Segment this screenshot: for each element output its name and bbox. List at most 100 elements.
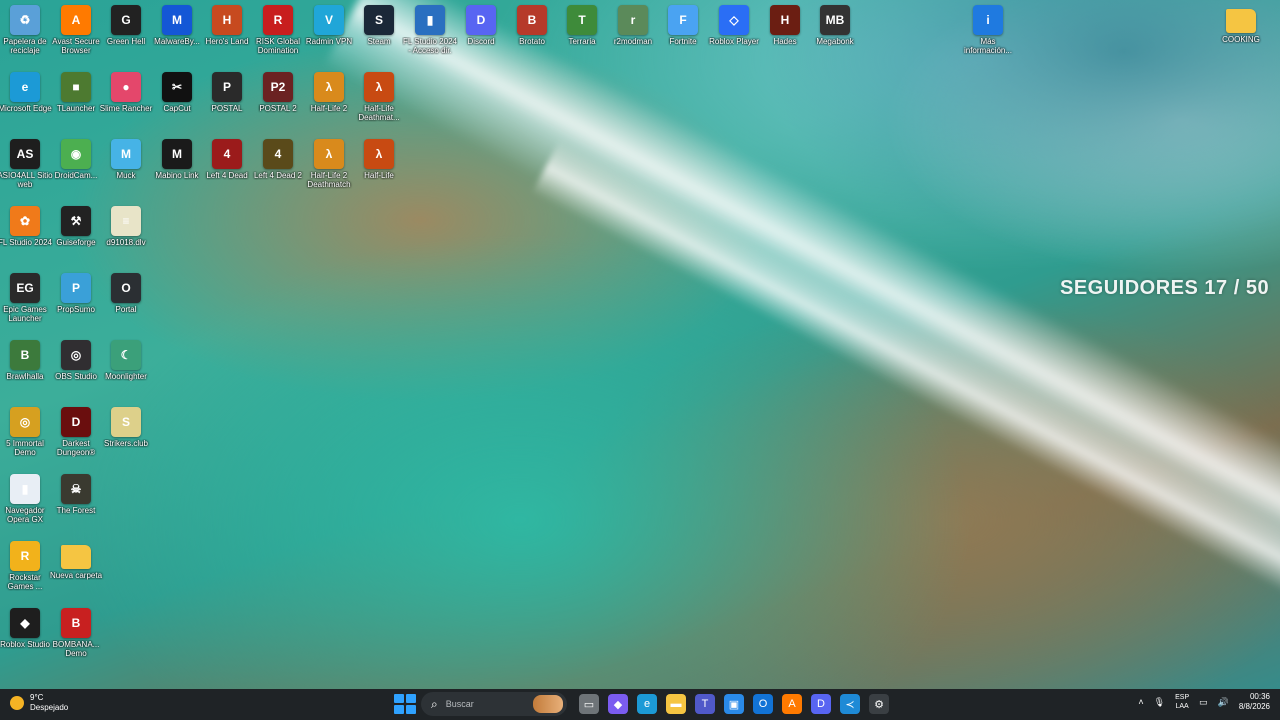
desktop-icon[interactable]: EG Epic Games Launcher <box>0 273 50 339</box>
desktop-icon[interactable]: 4 Left 4 Dead 2 <box>253 139 303 205</box>
teams-icon[interactable]: T <box>695 694 715 714</box>
desktop-icon[interactable]: e Microsoft Edge <box>0 72 52 138</box>
desktop-icon[interactable]: ≡ d91018.dlv <box>101 206 151 272</box>
desktop-icon[interactable]: λ Half-Life 2 <box>304 72 354 138</box>
desktop-icon[interactable]: ▮ FL Studio 2024 - Acceso dir. <box>403 5 457 71</box>
half-life-deathmatch-icon: λ <box>364 72 394 102</box>
file-explorer-gray-icon[interactable]: ▭ <box>579 694 599 714</box>
desktop-icon[interactable]: r r2modman <box>608 5 658 71</box>
desktop-icon[interactable]: ✿ FL Studio 2024 <box>0 206 52 272</box>
desktop-icon-label: Moonlighter <box>105 372 147 381</box>
volume-icon[interactable]: 🔊 <box>1218 697 1229 708</box>
desktop-icon-label: MalwareBy... <box>154 37 200 46</box>
discord-taskbar-icon[interactable]: D <box>811 694 831 714</box>
desktop-icon-label: Radmin VPN <box>305 37 353 46</box>
recycle-bin-icon: ♻ <box>10 5 40 35</box>
desktop-icon[interactable]: Nueva carpeta <box>50 541 102 607</box>
desktop-icon[interactable]: B Brawlhalla <box>0 340 50 406</box>
desktop-icon[interactable]: P PropSumo <box>51 273 101 339</box>
settings-icon[interactable]: ⚙ <box>869 694 889 714</box>
desktop-icon-label: Half-Life 2 <box>310 104 348 113</box>
desktop-icon[interactable]: H Hades <box>760 5 810 71</box>
desktop-icon-label: Microsoft Edge <box>0 104 52 113</box>
desktop-icon[interactable]: M Muck <box>101 139 151 205</box>
vscode-icon[interactable]: ≺ <box>840 694 860 714</box>
desktop-icon[interactable]: B Brotato <box>507 5 557 71</box>
desktop-icon-label: Steam <box>367 37 391 46</box>
desktop-icon[interactable]: D Darkest Dungeon® <box>51 407 101 473</box>
strikers-club-icon: S <box>111 407 141 437</box>
mabino-link-icon: M <box>162 139 192 169</box>
desktop-icon[interactable]: V Radmin VPN <box>304 5 354 71</box>
desktop-icon[interactable]: G Green Hell <box>101 5 151 71</box>
desktop-icon-label: Half-Life 2 Deathmatch <box>307 171 351 189</box>
malwarebytes-icon: M <box>162 5 192 35</box>
desktop-icon[interactable]: ◎ 5 Immortal Demo <box>0 407 50 473</box>
heros-land-icon: H <box>212 5 242 35</box>
weather-description: Despejado <box>30 703 69 712</box>
edge-taskbar-icon[interactable]: e <box>637 694 657 714</box>
start-button[interactable] <box>393 693 416 715</box>
desktop-icon[interactable]: P2 POSTAL 2 <box>253 72 303 138</box>
desktop-icon[interactable]: H Hero's Land <box>202 5 252 71</box>
desktop-icon[interactable]: A Avast Secure Browser <box>51 5 101 71</box>
brotato-icon: B <box>517 5 547 35</box>
microphone-icon[interactable]: 🎙 <box>1154 697 1165 708</box>
desktop-icon[interactable]: COOKING <box>1216 5 1266 71</box>
desktop-icon[interactable]: ◇ Roblox Player <box>709 5 759 71</box>
desktop-icon[interactable]: λ Half-Life 2 Deathmatch <box>304 139 354 205</box>
desktop-icon[interactable]: MB Megabonk <box>810 5 860 71</box>
desktop-icon[interactable]: λ Half-Life <box>354 139 404 205</box>
store-icon[interactable]: ▣ <box>724 694 744 714</box>
desktop-icon[interactable]: ☠ The Forest <box>51 474 101 540</box>
desktop-icon-label: ASIO4ALL Sitio web <box>0 171 53 189</box>
desktop-icon[interactable]: ● Slime Rancher <box>100 72 152 138</box>
clock[interactable]: 00:36 8/8/2026 <box>1239 692 1270 712</box>
desktop-icon[interactable]: i Más información... <box>963 5 1013 71</box>
desktop-icon-label: POSTAL <box>211 104 243 113</box>
taskbar-search[interactable]: ⌕ Buscar <box>421 692 567 716</box>
clock-time: 00:36 <box>1249 692 1270 701</box>
desktop-icon[interactable]: D Discord <box>456 5 506 71</box>
desktop-icon[interactable]: S Strikers.club <box>101 407 151 473</box>
desktop-icon[interactable]: B BOMBANA... Demo <box>51 608 101 674</box>
desktop-icon[interactable]: M MalwareBy... <box>152 5 202 71</box>
avast-taskbar-icon[interactable]: A <box>782 694 802 714</box>
language-indicator[interactable]: ESP LAA <box>1175 693 1189 711</box>
desktop-icon[interactable]: R Rockstar Games ... <box>0 541 50 607</box>
desktop-icon[interactable]: AS ASIO4ALL Sitio web <box>0 139 53 205</box>
left4dead2-icon: 4 <box>263 139 293 169</box>
desktop-icon[interactable]: R RISK Global Domination <box>253 5 303 71</box>
desktop-icon[interactable]: ▮ Navegador Opera GX <box>0 474 50 540</box>
desktop-icon-label: Roblox Player <box>709 37 759 46</box>
desktop-icon[interactable]: F Fortnite <box>658 5 708 71</box>
file-explorer-icon[interactable]: ▬ <box>666 694 686 714</box>
weather-widget[interactable]: 9°C Despejado <box>10 693 68 713</box>
network-icon[interactable]: ▭ <box>1199 697 1208 708</box>
desktop-icon[interactable]: M Mabino Link <box>152 139 202 205</box>
desktop-icon[interactable]: P POSTAL <box>202 72 252 138</box>
desktop-icon[interactable]: ♻ Papelera de reciclaje <box>0 5 50 71</box>
desktop-icon[interactable]: 4 Left 4 Dead <box>202 139 252 205</box>
desktop-icon[interactable]: ☾ Moonlighter <box>101 340 151 406</box>
desktop-icon-label: Guiseforge <box>56 238 96 247</box>
desktop-icon[interactable]: ◎ OBS Studio <box>51 340 101 406</box>
half-life-icon: λ <box>364 139 394 169</box>
desktop-icon-label: Hades <box>773 37 797 46</box>
copilot-icon[interactable]: ◆ <box>608 694 628 714</box>
desktop-icon[interactable]: ◉ DroidCam... <box>51 139 101 205</box>
desktop-icon[interactable]: λ Half-Life Deathmat... <box>354 72 404 138</box>
the-forest-icon: ☠ <box>61 474 91 504</box>
desktop-icon[interactable]: ✂ CapCut <box>152 72 202 138</box>
desktop-icon[interactable]: ⚒ Guiseforge <box>51 206 101 272</box>
postal-icon: P <box>212 72 242 102</box>
desktop-icon[interactable]: ◆ Roblox Studio <box>0 608 50 674</box>
desktop-icon[interactable]: ■ TLauncher <box>51 72 101 138</box>
outlook-icon[interactable]: O <box>753 694 773 714</box>
desktop-icon[interactable]: S Steam <box>354 5 404 71</box>
desktop-icon[interactable]: O Portal <box>101 273 151 339</box>
desktop-icon[interactable]: T Terraria <box>557 5 607 71</box>
weather-temperature: 9°C <box>30 693 44 702</box>
chevron-up-icon[interactable]: ˄ <box>1138 697 1143 707</box>
roblox-player-icon: ◇ <box>719 5 749 35</box>
